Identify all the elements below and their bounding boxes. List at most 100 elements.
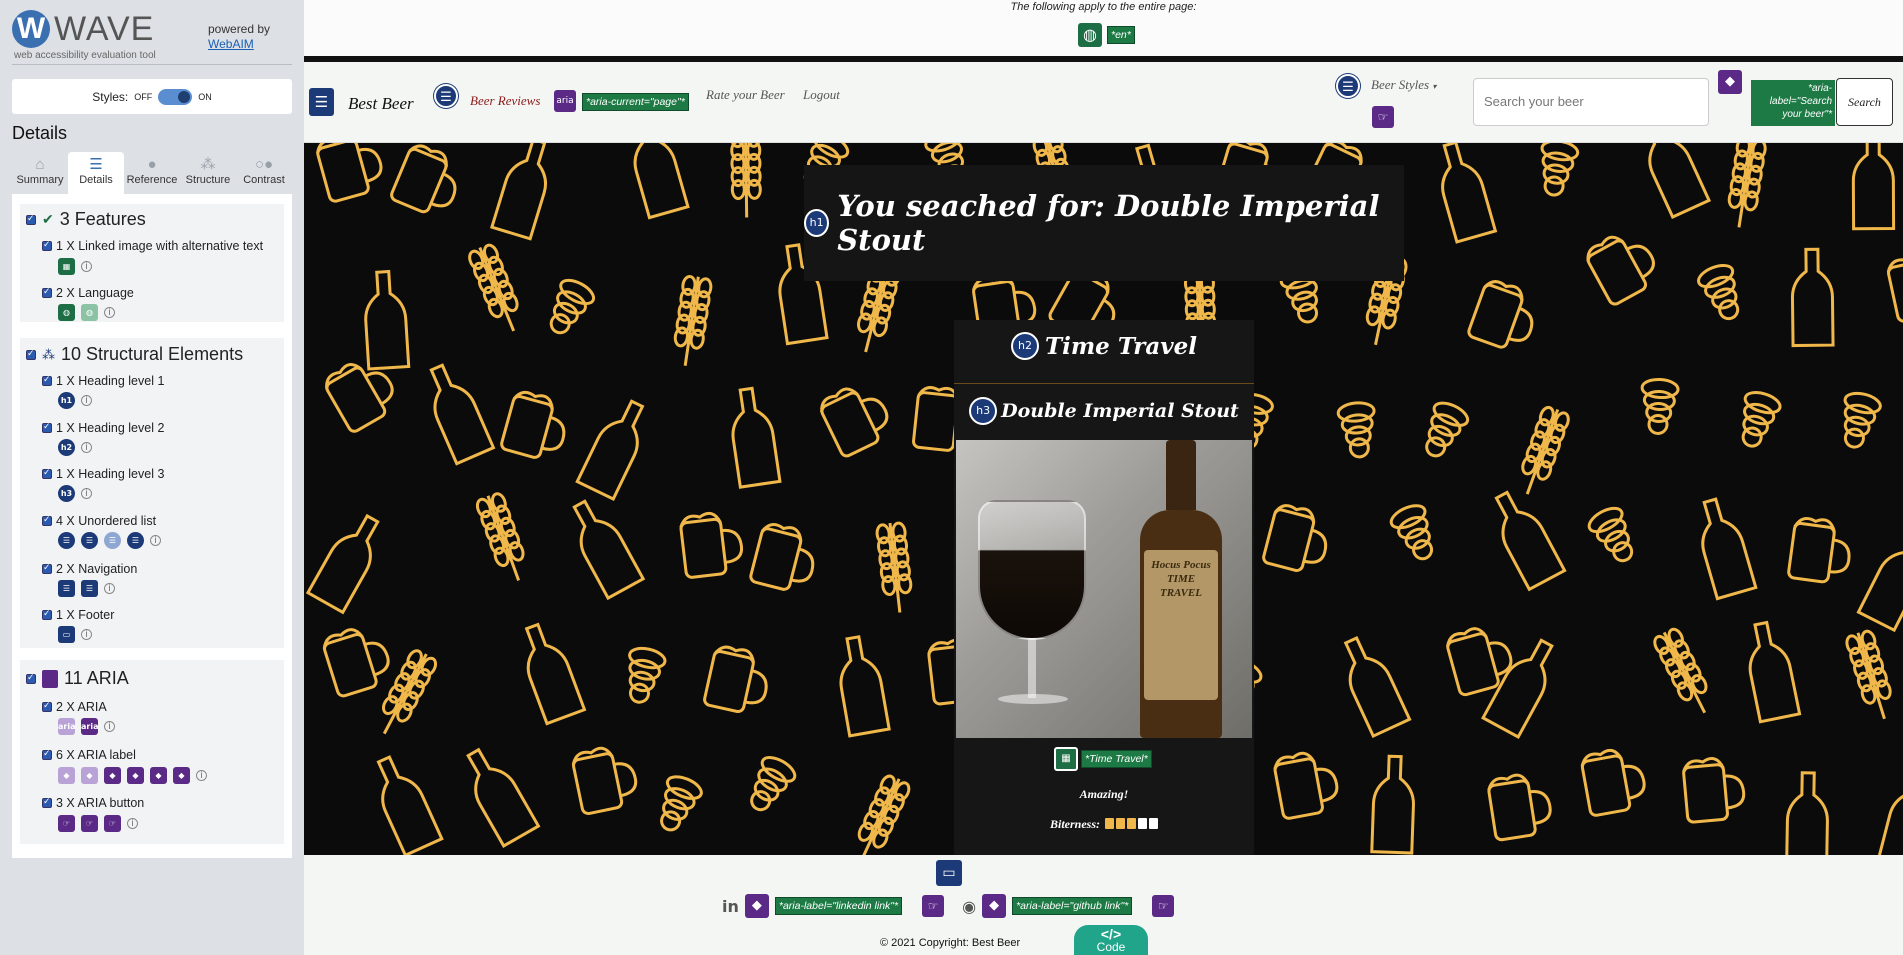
heading-3-icon[interactable]: h3 — [58, 485, 75, 502]
unordered-list-icon[interactable]: ☰ — [58, 532, 75, 549]
heading-2-icon[interactable]: h2 — [1010, 332, 1039, 360]
aria-heading[interactable]: 11 ARIA — [26, 668, 129, 689]
tag-icon[interactable]: ◆ — [104, 767, 121, 784]
code-button[interactable]: </> Code — [1074, 925, 1148, 955]
aria-button-icon[interactable]: ☞ — [922, 895, 945, 917]
aria-button-icon[interactable]: ☞ — [58, 815, 75, 832]
heading-1-icon[interactable]: h1 — [804, 209, 830, 237]
list-item[interactable]: 1 X Linked image with alternative text — [42, 239, 263, 253]
search-button[interactable]: Search — [1836, 78, 1893, 126]
list-item[interactable]: 2 X Language — [42, 286, 134, 300]
info-icon[interactable]: i — [81, 261, 92, 272]
list-item[interactable]: 4 X Unordered list — [42, 514, 156, 528]
beer-photo[interactable]: Hocus Pocus TIME TRAVEL — [956, 440, 1252, 738]
brand-link[interactable]: Best Beer — [348, 94, 414, 114]
linkedin-icon[interactable]: in — [722, 897, 739, 916]
list-item[interactable]: 1 X Footer — [42, 608, 114, 622]
list-item[interactable]: 2 X ARIA — [42, 700, 107, 714]
unordered-list-icon[interactable]: ☰ — [127, 532, 144, 549]
unordered-list-icon[interactable]: ☰ — [434, 84, 458, 108]
structure-checkbox[interactable] — [26, 348, 36, 360]
list-item[interactable]: 6 X ARIA label — [42, 748, 136, 762]
features-checkbox[interactable] — [26, 213, 36, 225]
item-checkbox[interactable] — [42, 700, 52, 712]
nav-logout[interactable]: Logout — [803, 87, 840, 103]
features-heading[interactable]: ✔ 3 Features — [26, 209, 146, 230]
aria-icon[interactable]: aria — [554, 90, 576, 112]
beer-styles-dropdown[interactable]: Beer Styles ▾ — [1371, 77, 1436, 93]
aria-button-icon[interactable]: ☞ — [1152, 895, 1175, 917]
navigation-icon[interactable]: ☰ — [309, 88, 334, 116]
pattern-shape — [1445, 627, 1513, 697]
info-icon[interactable]: i — [104, 721, 115, 732]
caret-down-icon: ▾ — [1432, 82, 1437, 91]
tag-icon[interactable]: ◆ — [127, 767, 144, 784]
navigation-icon[interactable]: ☰ — [81, 580, 98, 597]
info-icon[interactable]: i — [81, 629, 92, 640]
styles-toggle[interactable] — [158, 88, 193, 105]
aria-checkbox[interactable] — [26, 672, 36, 684]
tag-icon[interactable]: ◆ — [81, 767, 98, 784]
tab-details[interactable]: ☰ Details — [68, 152, 124, 194]
linked-image-icon[interactable]: ▦ — [58, 258, 75, 275]
tag-icon[interactable]: ◆ — [150, 767, 167, 784]
aria-button-icon[interactable]: ☞ — [1372, 106, 1394, 128]
github-icon[interactable]: ◉ — [962, 897, 976, 916]
search-input[interactable]: Search your beer — [1473, 78, 1709, 126]
item-checkbox[interactable] — [42, 286, 52, 298]
unordered-list-icon[interactable]: ☰ — [81, 532, 98, 549]
list-item[interactable]: 1 X Heading level 3 — [42, 467, 164, 481]
footer-icon[interactable]: ▭ — [936, 860, 962, 886]
aria-icons: aria aria i — [58, 718, 115, 735]
heading-1-icon[interactable]: h1 — [58, 392, 75, 409]
item-checkbox[interactable] — [42, 608, 52, 620]
info-icon[interactable]: i — [104, 583, 115, 594]
structure-heading[interactable]: ⁂ 10 Structural Elements — [26, 344, 243, 365]
list-item[interactable]: 2 X Navigation — [42, 562, 137, 576]
nav-rate-your-beer[interactable]: Rate your Beer — [706, 87, 785, 103]
tag-icon[interactable]: ◆ — [58, 767, 75, 784]
heading-3-icon[interactable]: h3 — [969, 397, 998, 425]
info-icon[interactable]: i — [81, 488, 92, 499]
tab-summary[interactable]: ⌂ Summary — [12, 152, 68, 194]
linked-image-icon[interactable]: ▦ — [1054, 747, 1078, 771]
aria-button-icon[interactable]: ☞ — [81, 815, 98, 832]
item-checkbox[interactable] — [42, 796, 52, 808]
tag-icon[interactable]: ◆ — [173, 767, 190, 784]
info-icon[interactable]: i — [81, 395, 92, 406]
globe-icon[interactable]: ◍ — [81, 304, 98, 321]
footer-icon[interactable]: ▭ — [58, 626, 75, 643]
tab-structure[interactable]: ⁂ Structure — [180, 152, 236, 194]
info-icon[interactable]: i — [127, 818, 138, 829]
unordered-list-icon[interactable]: ☰ — [104, 532, 121, 549]
navigation-icon[interactable]: ☰ — [58, 580, 75, 597]
item-checkbox[interactable] — [42, 374, 52, 386]
globe-icon[interactable]: ◍ — [1078, 23, 1102, 47]
info-icon[interactable]: i — [196, 770, 207, 781]
info-icon[interactable]: i — [81, 442, 92, 453]
item-checkbox[interactable] — [42, 421, 52, 433]
tag-icon[interactable]: ◆ — [744, 894, 769, 918]
aria-icon[interactable]: aria — [81, 718, 98, 735]
item-checkbox[interactable] — [42, 748, 52, 760]
tab-contrast[interactable]: ○● Contrast — [236, 152, 292, 194]
tab-reference[interactable]: ● Reference — [124, 152, 180, 194]
item-checkbox[interactable] — [42, 239, 52, 251]
list-item[interactable]: 1 X Heading level 1 — [42, 374, 164, 388]
webaim-link[interactable]: WebAIM — [208, 37, 254, 51]
aria-button-icon[interactable]: ☞ — [104, 815, 121, 832]
tag-icon[interactable]: ◆ — [982, 894, 1007, 918]
aria-icon[interactable]: aria — [58, 718, 75, 735]
unordered-list-icon[interactable]: ☰ — [1336, 74, 1360, 98]
item-checkbox[interactable] — [42, 514, 52, 526]
heading-2-icon[interactable]: h2 — [58, 439, 75, 456]
item-checkbox[interactable] — [42, 467, 52, 479]
tag-icon[interactable]: ◆ — [1718, 70, 1742, 94]
info-icon[interactable]: i — [104, 307, 115, 318]
item-checkbox[interactable] — [42, 562, 52, 574]
globe-icon[interactable]: ◍ — [58, 304, 75, 321]
nav-beer-reviews[interactable]: Beer Reviews — [470, 93, 540, 109]
list-item[interactable]: 1 X Heading level 2 — [42, 421, 164, 435]
info-icon[interactable]: i — [150, 535, 161, 546]
list-item[interactable]: 3 X ARIA button — [42, 796, 144, 810]
